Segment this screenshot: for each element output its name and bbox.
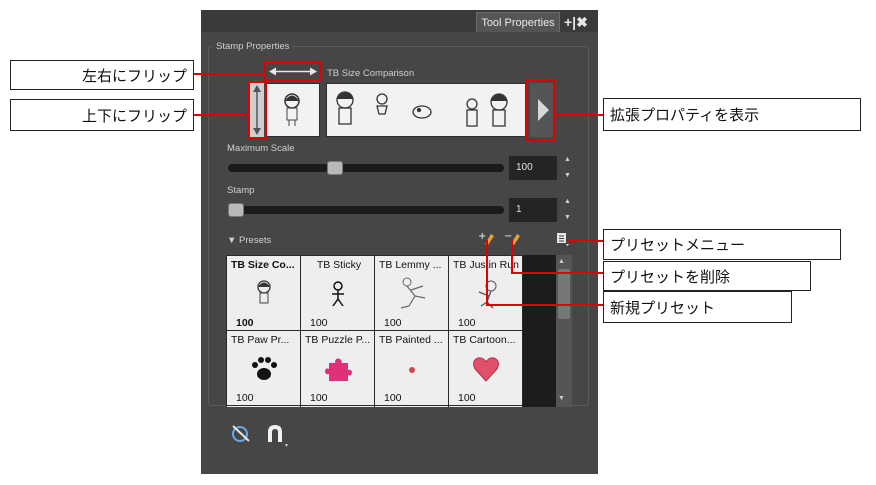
presets-sidebar (523, 255, 556, 407)
preset-value: 100 (458, 392, 476, 404)
stamp-handle[interactable] (228, 203, 244, 217)
add-close-tab-icons[interactable]: +|✖ (564, 12, 588, 32)
preset-item[interactable]: TB Lemmy ... 100 (375, 256, 448, 330)
callout-line (194, 73, 264, 75)
callout-flip-vertical: 上下にフリップ (10, 99, 194, 131)
preset-name: TB Painted ... (379, 334, 443, 346)
paw-print-icon (252, 357, 277, 380)
callout-line (511, 272, 603, 274)
callout-new-preset: 新規プリセット (603, 291, 792, 323)
preset-value: 100 (458, 317, 476, 329)
delete-brush-icon: − (504, 231, 520, 245)
callout-line (194, 114, 247, 116)
callout-line (568, 240, 603, 242)
stamp-preview (265, 83, 320, 137)
presets-grid: TB Size Co... 100 TB Sticky 100 TB Lemmy… (226, 255, 523, 407)
stamp-field[interactable]: 1 (509, 198, 557, 222)
tab-tool-properties[interactable]: Tool Properties (476, 12, 560, 32)
preset-name: TB Size Co... (231, 259, 295, 271)
stamp-slider[interactable] (228, 206, 504, 214)
stamp-label: Stamp (227, 185, 255, 196)
preset-item[interactable]: TB Paw Pr... 100 (227, 331, 300, 405)
snap-magnet-button[interactable] (264, 422, 290, 453)
girl-figure-icon (284, 93, 300, 126)
stick-figure-icon (332, 281, 344, 307)
girl-figure-icon (257, 280, 271, 304)
maximum-scale-slider[interactable] (228, 164, 504, 172)
puzzle-piece-icon (325, 358, 352, 381)
pressure-icon (232, 425, 250, 442)
presets-label: Presets (239, 235, 272, 246)
small-dot-icon (409, 367, 415, 373)
preset-name: TB Puzzle P... (305, 334, 371, 346)
preset-name: TB Lemmy ... (379, 259, 442, 271)
size-comparison-label: TB Size Comparison (327, 68, 415, 79)
menu-list-icon (557, 233, 569, 246)
preset-name: TB Paw Pr... (231, 334, 290, 346)
scroll-down-icon[interactable]: ▼ (558, 395, 565, 402)
preset-item[interactable]: TB Sticky 100 (301, 256, 374, 330)
preset-item[interactable]: TB Size Co... 100 (227, 256, 300, 330)
presets-scrollbar[interactable]: ▲ ▼ (556, 255, 572, 407)
scroll-up-icon[interactable]: ▲ (558, 258, 565, 265)
preset-value: 100 (236, 317, 254, 329)
disclosure-triangle-icon: ▼ (227, 235, 237, 246)
callout-line (486, 304, 603, 306)
maximum-scale-field[interactable]: 100 (509, 156, 557, 180)
preset-name: TB Cartoon... (453, 334, 516, 346)
maximum-scale-handle[interactable] (326, 161, 343, 175)
callout-preset-menu: プリセットメニュー (603, 229, 841, 260)
preset-item[interactable]: TB Cartoon... 100 (449, 331, 522, 405)
flip-horizontal-highlight (264, 61, 321, 81)
preset-item-partial (301, 406, 374, 407)
preset-value: 100 (384, 317, 402, 329)
callout-delete-preset: プリセットを削除 (603, 261, 811, 291)
preset-value: 100 (384, 392, 402, 404)
preset-item[interactable]: TB Painted ... 100 (375, 331, 448, 405)
size-comparison-strip (326, 83, 526, 137)
maximum-scale-stepper[interactable]: ▲ ▼ (564, 156, 571, 180)
preset-name: TB Sticky (316, 259, 362, 271)
flip-vertical-highlight (247, 81, 267, 139)
callout-flip-horizontal: 左右にフリップ (10, 60, 194, 90)
magnet-icon (268, 425, 288, 447)
extended-properties-highlight (525, 79, 555, 141)
character-lineup-image (336, 91, 508, 127)
callout-line (555, 114, 603, 116)
preset-item-partial (227, 406, 300, 407)
callout-show-extended: 拡張プロパティを表示 (603, 98, 861, 131)
preset-value: 100 (310, 392, 328, 404)
callout-line (511, 240, 513, 274)
preset-item-partial (375, 406, 448, 407)
heart-icon (473, 357, 499, 382)
maximum-scale-label: Maximum Scale (227, 143, 295, 154)
callout-line (486, 240, 488, 306)
preset-item[interactable]: TB Puzzle P... 100 (301, 331, 374, 405)
preset-item-partial (449, 406, 522, 407)
preset-value: 100 (310, 317, 328, 329)
running-figure-icon (400, 277, 426, 309)
scroll-thumb[interactable] (558, 269, 570, 319)
stamp-stepper[interactable]: ▲ ▼ (564, 198, 571, 222)
pressure-sensitivity-button[interactable] (230, 423, 252, 448)
presets-toggle[interactable]: ▼ Presets (227, 235, 271, 246)
preset-value: 100 (236, 392, 254, 404)
stamp-properties-title: Stamp Properties (213, 41, 293, 52)
delete-preset-button[interactable]: − (504, 230, 522, 251)
